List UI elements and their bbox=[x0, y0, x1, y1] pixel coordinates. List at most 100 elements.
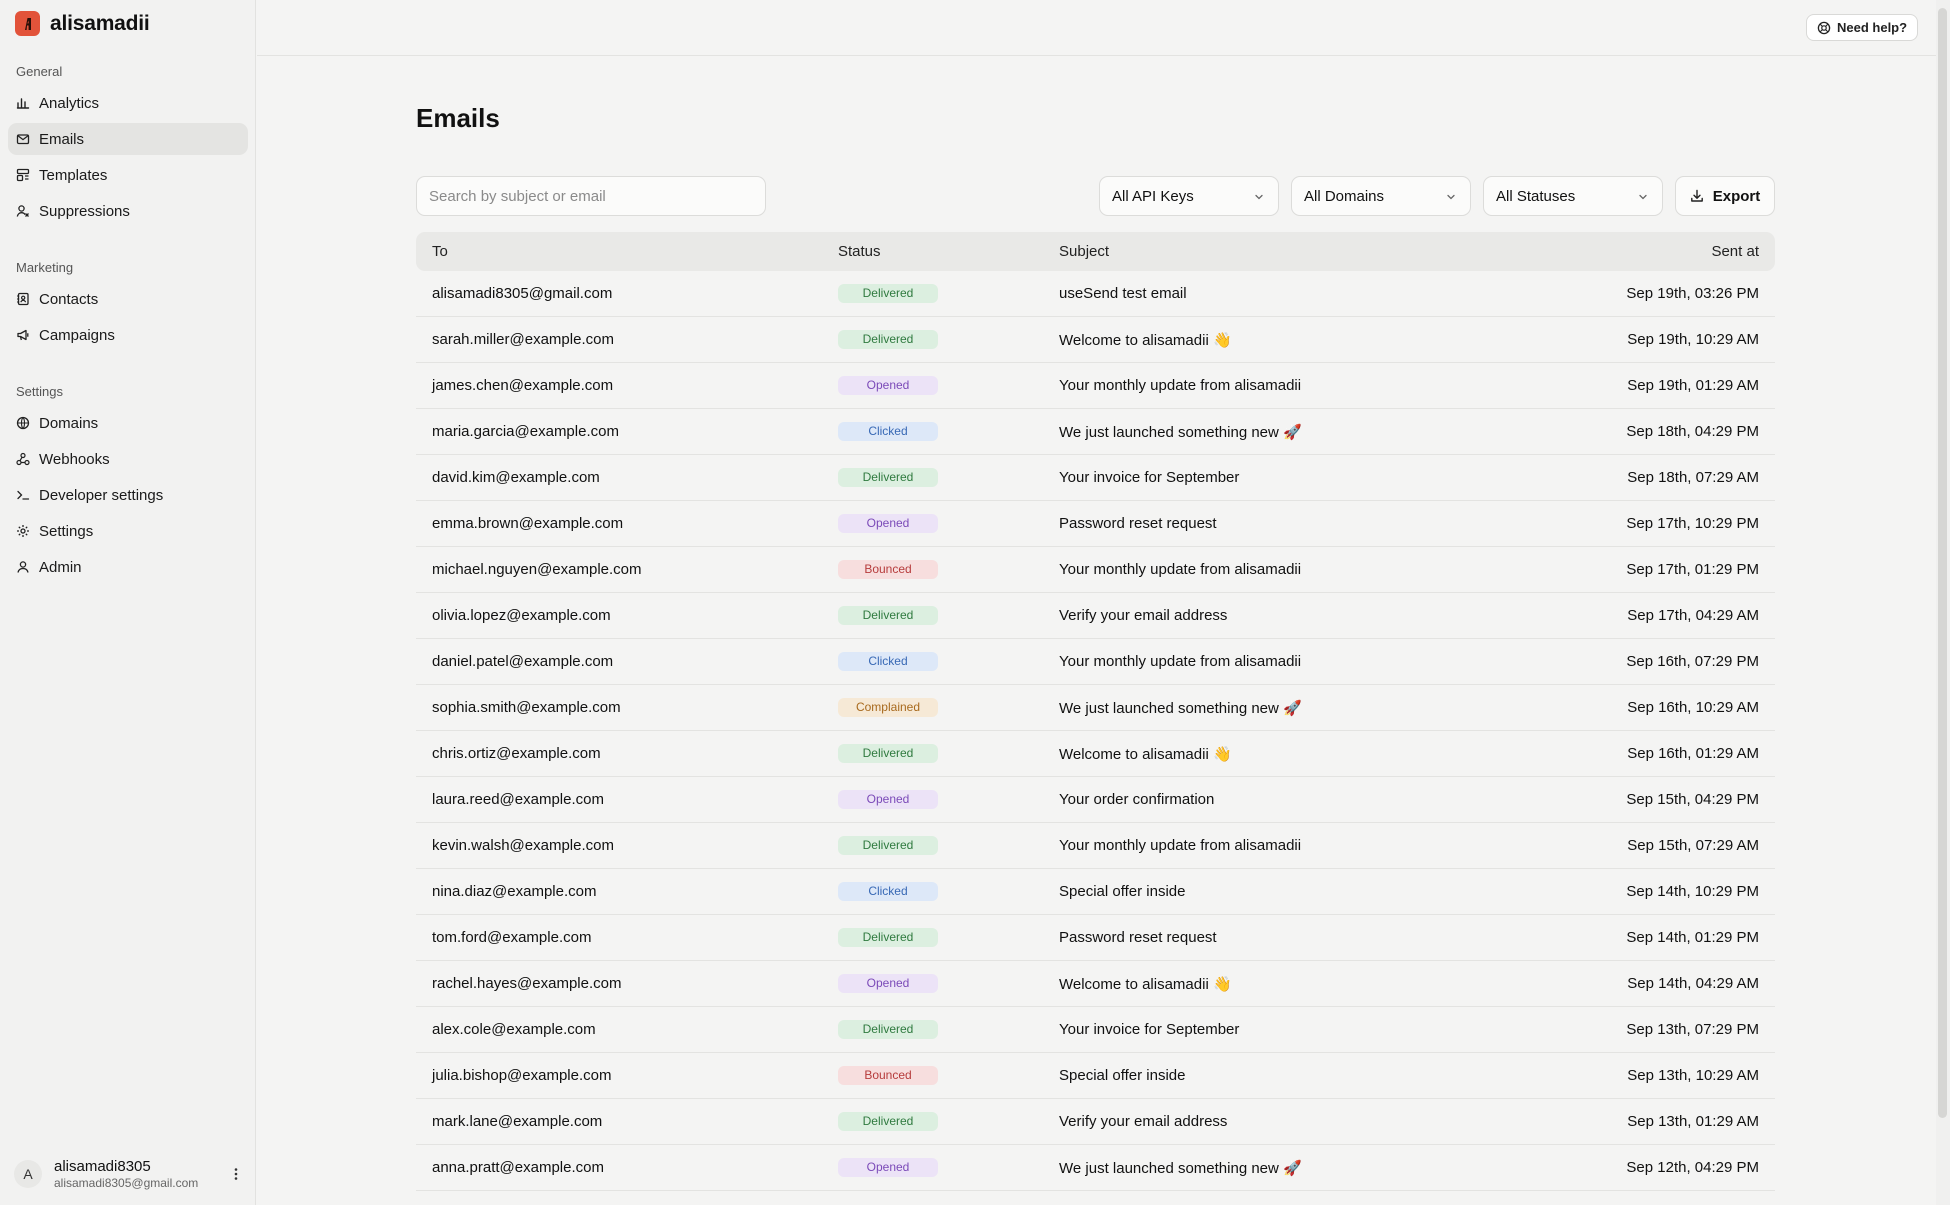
table-row[interactable]: julia.bishop@example.com Bounced Special o… bbox=[416, 1053, 1775, 1099]
sidebar-item-webhooks[interactable]: Webhooks bbox=[8, 443, 248, 475]
sidebar-item-templates[interactable]: Templates bbox=[8, 159, 248, 191]
status-badge: Clicked bbox=[838, 882, 938, 901]
user-info: alisamadi8305 alisamadi8305@gmail.com bbox=[54, 1158, 228, 1191]
sidebar-item-developer-settings[interactable]: Developer settings bbox=[8, 479, 248, 511]
table-row[interactable]: david.kim@example.com Delivered Your invoi… bbox=[416, 455, 1775, 501]
sidebar-item-label: Templates bbox=[39, 166, 108, 184]
table-row[interactable]: maria.garcia@example.com Clicked We just l… bbox=[416, 409, 1775, 455]
sidebar-item-emails[interactable]: Emails bbox=[8, 123, 248, 155]
status-cell: Opened bbox=[838, 376, 1059, 395]
column-header-to[interactable]: To bbox=[416, 243, 838, 260]
table-row[interactable]: mark.lane@example.com Delivered Verify you… bbox=[416, 1099, 1775, 1145]
email-subject: Special offer inside bbox=[1059, 1067, 1186, 1084]
api-keys-select[interactable]: All API Keys bbox=[1099, 176, 1279, 216]
sidebar-item-label: Suppressions bbox=[39, 202, 130, 220]
email-subject: Your invoice for September bbox=[1059, 1021, 1240, 1038]
nav-section-settings: Settings Domains Webhooks Developer sett… bbox=[0, 382, 256, 583]
sidebar-item-analytics[interactable]: Analytics bbox=[8, 87, 248, 119]
table-row[interactable]: emma.brown@example.com Opened Password res… bbox=[416, 501, 1775, 547]
sidebar-item-suppressions[interactable]: Suppressions bbox=[8, 195, 248, 227]
sidebar-item-settings[interactable]: Settings bbox=[8, 515, 248, 547]
status-badge: Opened bbox=[838, 514, 938, 533]
table-row[interactable]: tom.ford@example.com Delivered Password re… bbox=[416, 915, 1775, 961]
table-row[interactable]: james.chen@example.com Opened Your monthly… bbox=[416, 363, 1775, 409]
more-vertical-icon[interactable] bbox=[228, 1162, 244, 1186]
status-badge: Complained bbox=[838, 698, 938, 717]
sent-at: Sep 17th, 01:29 PM bbox=[1626, 561, 1759, 578]
recipient-email: david.kim@example.com bbox=[432, 469, 600, 486]
sent-at: Sep 15th, 07:29 AM bbox=[1627, 837, 1759, 854]
recipient-email: olivia.lopez@example.com bbox=[432, 607, 611, 624]
sidebar-item-domains[interactable]: Domains bbox=[8, 407, 248, 439]
table-row[interactable]: alisamadi8305@gmail.com Delivered useSend … bbox=[416, 271, 1775, 317]
status-badge: Delivered bbox=[838, 836, 938, 855]
scrollbar-thumb[interactable] bbox=[1938, 8, 1947, 1118]
table-row[interactable]: kevin.walsh@example.com Delivered Your mon… bbox=[416, 823, 1775, 869]
column-header-subject[interactable]: Subject bbox=[1059, 243, 1589, 260]
table-row[interactable]: chris.ortiz@example.com Delivered Welcome … bbox=[416, 731, 1775, 777]
email-subject: Your monthly update from alisamadii bbox=[1059, 837, 1302, 854]
recipient-email: chris.ortiz@example.com bbox=[432, 745, 601, 762]
table-row[interactable]: alex.cole@example.com Delivered Your invoi… bbox=[416, 1007, 1775, 1053]
sent-at: Sep 14th, 04:29 AM bbox=[1627, 975, 1759, 992]
email-subject: Your invoice for September bbox=[1059, 469, 1240, 486]
status-cell: Clicked bbox=[838, 422, 1059, 441]
domains-select[interactable]: All Domains bbox=[1291, 176, 1471, 216]
email-subject: Your monthly update from alisamadii bbox=[1059, 653, 1302, 670]
status-cell: Opened bbox=[838, 790, 1059, 809]
table-row[interactable]: laura.reed@example.com Opened Your order c… bbox=[416, 777, 1775, 823]
table-row[interactable]: olivia.lopez@example.com Delivered Verify … bbox=[416, 593, 1775, 639]
nav-heading-settings: Settings bbox=[16, 384, 63, 399]
table-body: alisamadi8305@gmail.com Delivered useSend … bbox=[416, 271, 1775, 1191]
status-badge: Delivered bbox=[838, 1020, 938, 1039]
status-badge: Delivered bbox=[838, 330, 938, 349]
nav-heading-general: General bbox=[16, 64, 63, 79]
sent-at: Sep 15th, 04:29 PM bbox=[1626, 791, 1759, 808]
status-badge: Delivered bbox=[838, 1112, 938, 1131]
email-subject: We just launched something new 🚀 bbox=[1059, 423, 1302, 441]
need-help-button[interactable]: Need help? bbox=[1806, 14, 1919, 41]
sidebar-item-admin[interactable]: Admin bbox=[8, 551, 248, 583]
recipient-email: james.chen@example.com bbox=[432, 377, 614, 394]
table-row[interactable]: daniel.patel@example.com Clicked Your mont… bbox=[416, 639, 1775, 685]
sent-at: Sep 16th, 10:29 AM bbox=[1627, 699, 1759, 716]
table-row[interactable]: anna.pratt@example.com Opened We just laun… bbox=[416, 1145, 1775, 1191]
search-input[interactable] bbox=[416, 176, 766, 216]
nav-section-marketing: Marketing Contacts Campaigns bbox=[0, 258, 256, 351]
brand[interactable]: alisamadii bbox=[15, 11, 150, 36]
status-badge: Delivered bbox=[838, 744, 938, 763]
export-button[interactable]: Export bbox=[1675, 176, 1775, 216]
nav-heading-marketing: Marketing bbox=[16, 260, 74, 275]
sidebar-item-label: Settings bbox=[39, 522, 94, 540]
table-row[interactable]: sarah.miller@example.com Delivered Welcome… bbox=[416, 317, 1775, 363]
table-row[interactable]: michael.nguyen@example.com Bounced Your mo… bbox=[416, 547, 1775, 593]
status-cell: Opened bbox=[838, 514, 1059, 533]
status-cell: Opened bbox=[838, 974, 1059, 993]
column-header-status[interactable]: Status bbox=[838, 243, 1059, 260]
user-card[interactable]: A alisamadi8305 alisamadi8305@gmail.com bbox=[14, 1156, 244, 1192]
sidebar-item-label: Emails bbox=[39, 130, 85, 148]
emails-table: To Status Subject Sent at alisamadi8305@… bbox=[416, 232, 1775, 1191]
sidebar-item-label: Developer settings bbox=[39, 486, 164, 504]
need-help-label: Need help? bbox=[1837, 20, 1908, 35]
status-cell: Bounced bbox=[838, 1066, 1059, 1085]
nav-section-general: General Analytics Emails Templates Suppr… bbox=[0, 62, 256, 227]
table-row[interactable]: sophia.smith@example.com Complained We jus… bbox=[416, 685, 1775, 731]
status-badge: Delivered bbox=[838, 606, 938, 625]
email-subject: Special offer inside bbox=[1059, 883, 1186, 900]
statuses-select[interactable]: All Statuses bbox=[1483, 176, 1663, 216]
recipient-email: michael.nguyen@example.com bbox=[432, 561, 642, 578]
table-row[interactable]: nina.diaz@example.com Clicked Special offe… bbox=[416, 869, 1775, 915]
email-subject: Your order confirmation bbox=[1059, 791, 1215, 808]
chevron-down-icon bbox=[1447, 194, 1455, 200]
recipient-email: mark.lane@example.com bbox=[432, 1113, 603, 1130]
status-cell: Delivered bbox=[838, 836, 1059, 855]
recipient-email: alex.cole@example.com bbox=[432, 1021, 596, 1038]
column-header-sent-at[interactable]: Sent at bbox=[1589, 243, 1775, 260]
sidebar-item-campaigns[interactable]: Campaigns bbox=[8, 319, 248, 351]
table-row[interactable]: rachel.hayes@example.com Opened Welcome to… bbox=[416, 961, 1775, 1007]
chevron-down-icon bbox=[1255, 194, 1263, 200]
sidebar-item-contacts[interactable]: Contacts bbox=[8, 283, 248, 315]
email-subject: useSend test email bbox=[1059, 285, 1187, 302]
brand-name: alisamadii bbox=[50, 11, 150, 35]
